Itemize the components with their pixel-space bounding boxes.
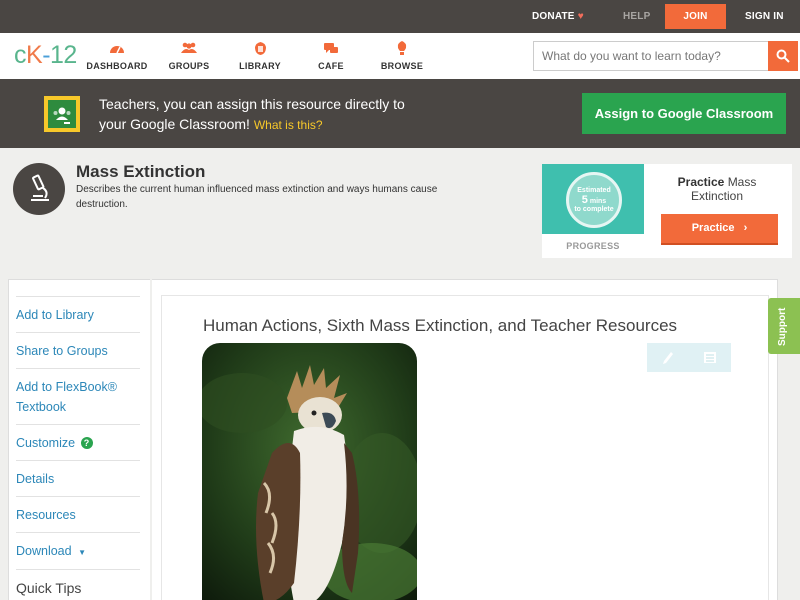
- groups-icon: [154, 39, 224, 57]
- logo-k: K: [26, 41, 43, 69]
- practice-title-bold: Practice: [677, 175, 725, 189]
- add-to-flexbook-label: Add to FlexBook®: [16, 380, 117, 394]
- sidebar: Add to Library Share to Groups Add to Fl…: [8, 279, 150, 600]
- cafe-icon: [296, 39, 366, 57]
- customize-label: Customize: [16, 436, 76, 450]
- quick-tips-heading: Quick Tips: [16, 569, 140, 596]
- article-tools: [647, 343, 731, 372]
- concept-title: Mass Extinction: [76, 162, 206, 181]
- main-nav: cK-12 DASHBOARD GROUPS LIBRARY CAFE BROW…: [0, 33, 800, 79]
- content-panel: Human Actions, Sixth Mass Extinction, an…: [152, 279, 778, 600]
- dashboard-icon: [82, 39, 152, 57]
- help-link[interactable]: HELP: [623, 0, 650, 33]
- article-title: Human Actions, Sixth Mass Extinction, an…: [203, 316, 678, 335]
- banner-message: Teachers, you can assign this resource d…: [99, 94, 499, 135]
- nav-cafe-label: CAFE: [318, 61, 344, 71]
- progress-label: PROGRESS: [566, 241, 620, 251]
- practice-card: Estimated 5 mins to complete PROGRESS Pr…: [542, 164, 792, 258]
- practice-button[interactable]: Practice ›: [661, 214, 778, 245]
- logo-12: 12: [50, 41, 77, 69]
- logo-dash: -: [42, 41, 51, 69]
- nav-cafe[interactable]: CAFE: [296, 39, 366, 71]
- join-button[interactable]: JOIN: [665, 4, 726, 29]
- practice-button-label: Practice: [691, 222, 735, 234]
- progress-tile[interactable]: Estimated 5 mins to complete: [542, 164, 644, 234]
- download-label: Download: [16, 544, 72, 558]
- nav-groups[interactable]: GROUPS: [154, 39, 224, 71]
- sidebar-add-to-flexbook[interactable]: Add to FlexBook® Textbook: [16, 368, 140, 424]
- donate-label: DONATE: [532, 11, 575, 22]
- banner-line-2: your Google Classroom!: [99, 116, 250, 132]
- heart-icon: ♥: [577, 11, 584, 22]
- donate-link[interactable]: DONATE ♥: [532, 0, 584, 33]
- notes-icon[interactable]: [703, 351, 717, 364]
- google-classroom-icon: [44, 96, 80, 132]
- ck12-logo[interactable]: cK-12: [14, 41, 77, 70]
- nav-library[interactable]: LIBRARY: [225, 39, 295, 71]
- concept-description: Describes the current human influenced m…: [76, 184, 438, 210]
- what-is-this-link[interactable]: What is this?: [254, 118, 323, 132]
- logo-c: c: [14, 41, 27, 69]
- mins-label: mins: [589, 197, 607, 205]
- nav-groups-label: GROUPS: [168, 61, 210, 71]
- nav-browse-label: BROWSE: [380, 61, 424, 71]
- sidebar-customize[interactable]: Customize ?: [16, 424, 140, 460]
- practice-title: Practice Mass Extinction: [654, 175, 780, 203]
- sidebar-download[interactable]: Download ▼: [16, 532, 140, 568]
- sidebar-add-to-library[interactable]: Add to Library: [16, 296, 140, 332]
- caret-down-icon: ▼: [78, 548, 86, 557]
- nav-dashboard-label: DASHBOARD: [86, 61, 148, 71]
- sidebar-details[interactable]: Details: [16, 460, 140, 496]
- eagle-photo: [202, 343, 417, 600]
- top-bar: DONATE ♥ HELP JOIN SIGN IN: [0, 0, 800, 33]
- banner-line-1: Teachers, you can assign this resource d…: [99, 96, 405, 112]
- textbook-label: Textbook: [16, 400, 67, 414]
- library-icon: [225, 39, 295, 57]
- nav-browse[interactable]: BROWSE: [367, 39, 437, 71]
- nav-library-label: LIBRARY: [239, 61, 281, 71]
- article-card: Human Actions, Sixth Mass Extinction, an…: [161, 295, 769, 600]
- estimated-minutes: 5: [581, 193, 588, 206]
- search-button[interactable]: [768, 41, 798, 71]
- sidebar-share-to-groups[interactable]: Share to Groups: [16, 332, 140, 368]
- sign-in-link[interactable]: SIGN IN: [745, 0, 784, 33]
- search-icon: [776, 49, 790, 63]
- assign-google-classroom-button[interactable]: Assign to Google Classroom: [582, 93, 786, 134]
- sidebar-resources[interactable]: Resources: [16, 496, 140, 532]
- pencil-icon[interactable]: [662, 351, 674, 365]
- estimated-time-badge: Estimated 5 mins to complete: [566, 172, 622, 228]
- chevron-right-icon: ›: [743, 222, 748, 234]
- nav-dashboard[interactable]: DASHBOARD: [82, 39, 152, 71]
- support-label: Support: [777, 307, 788, 346]
- search-input[interactable]: [534, 42, 770, 70]
- search-box: [533, 41, 798, 71]
- help-icon[interactable]: ?: [80, 437, 93, 449]
- to-complete-label: to complete: [574, 205, 614, 213]
- teacher-banner: Teachers, you can assign this resource d…: [0, 79, 800, 148]
- support-tab[interactable]: Support: [768, 298, 800, 354]
- microscope-icon: [13, 163, 65, 215]
- browse-icon: [367, 39, 437, 57]
